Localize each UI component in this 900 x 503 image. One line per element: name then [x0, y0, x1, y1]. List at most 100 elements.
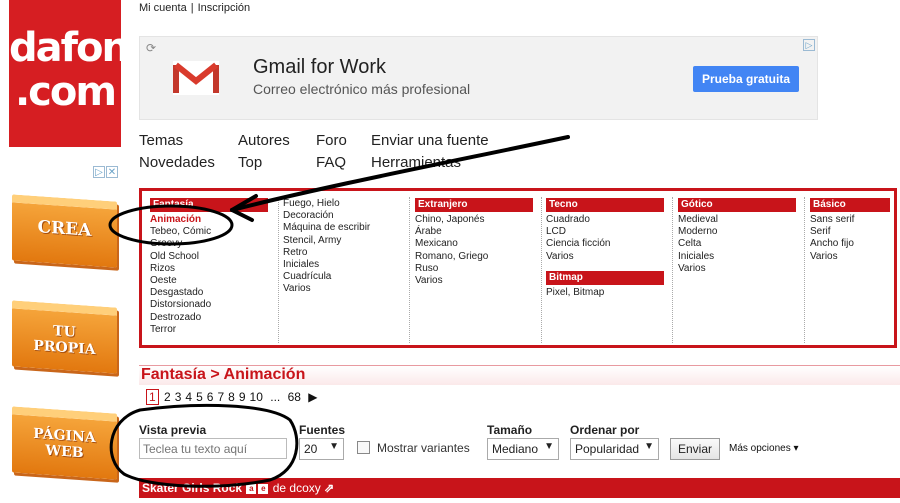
order-select-value: Popularidad: [575, 442, 640, 456]
category-item[interactable]: Destrozado: [150, 312, 268, 324]
my-account-link[interactable]: Mi cuenta: [139, 2, 187, 14]
promo-crea[interactable]: CREA: [12, 194, 117, 268]
category-item[interactable]: Serif: [810, 226, 890, 238]
category-item[interactable]: Pixel, Bitmap: [546, 287, 664, 299]
category-gotico: Gótico Medieval Moderno Celta Iniciales …: [678, 198, 796, 275]
category-item[interactable]: Romano, Griego: [415, 251, 533, 263]
category-menu: Fantasía Animación Tebeo, Cómic Groovy O…: [139, 188, 897, 348]
page-link[interactable]: 10: [250, 390, 263, 404]
ad-subtitle: Correo electrónico más profesional: [253, 81, 471, 97]
category-item[interactable]: Celta: [678, 238, 796, 250]
nav-herramientas[interactable]: Herramientas: [371, 154, 461, 171]
category-item[interactable]: Terror: [150, 324, 268, 336]
category-fantasia-continued: Fuego, Hielo Decoración Máquina de escri…: [283, 198, 370, 296]
dafont-logo[interactable]: dafont .com: [9, 0, 147, 147]
category-header[interactable]: Tecno: [546, 198, 664, 212]
page-link[interactable]: 9: [239, 390, 246, 404]
gmail-ad-banner[interactable]: ⟳ ▷ Gmail for Work Correo electrónico má…: [139, 36, 818, 120]
promo-tu-propia[interactable]: TU PROPIA: [12, 300, 117, 374]
author-link[interactable]: de dcoxy: [273, 481, 321, 495]
category-item[interactable]: Desgastado: [150, 287, 268, 299]
show-variants-checkbox[interactable]: [357, 441, 370, 454]
category-header[interactable]: Gótico: [678, 198, 796, 212]
adchoices-icon[interactable]: ▷: [93, 166, 105, 178]
adchoices-icon[interactable]: ▷: [803, 39, 815, 51]
page-link-last[interactable]: 68: [288, 390, 301, 404]
category-item[interactable]: Tebeo, Cómic: [150, 226, 268, 238]
signup-link[interactable]: Inscripción: [198, 2, 251, 14]
fonts-select-value: 20: [304, 442, 318, 456]
promo-pagina-web[interactable]: PÁGINA WEB: [12, 406, 117, 480]
category-item[interactable]: LCD: [546, 226, 664, 238]
category-item[interactable]: Sans serif: [810, 214, 890, 226]
chevron-down-icon: ▼: [544, 441, 554, 452]
page-link[interactable]: 6: [207, 390, 214, 404]
category-item[interactable]: Ciencia ficción: [546, 238, 664, 250]
category-item[interactable]: Medieval: [678, 214, 796, 226]
category-item[interactable]: Iniciales: [283, 259, 370, 271]
category-item[interactable]: Old School: [150, 251, 268, 263]
nav-autores[interactable]: Autores: [238, 132, 290, 149]
category-item[interactable]: Varios: [810, 251, 890, 263]
category-item[interactable]: Varios: [546, 251, 664, 263]
show-variants-label: Mostrar variantes: [377, 441, 470, 455]
close-icon[interactable]: ✕: [106, 166, 118, 178]
category-item[interactable]: Cuadrado: [546, 214, 664, 226]
nav-enviar-fuente[interactable]: Enviar una fuente: [371, 132, 489, 149]
divider: [672, 197, 673, 343]
category-item[interactable]: Rizos: [150, 263, 268, 275]
category-item[interactable]: Chino, Japonés: [415, 214, 533, 226]
page-link[interactable]: 7: [217, 390, 224, 404]
page-link[interactable]: 4: [185, 390, 192, 404]
page-link[interactable]: 3: [175, 390, 182, 404]
nav-novedades[interactable]: Novedades: [139, 154, 215, 171]
category-item-selected[interactable]: Animación: [150, 214, 268, 226]
category-item[interactable]: Stencil, Army: [283, 235, 370, 247]
category-header[interactable]: Bitmap: [546, 270, 664, 285]
category-item[interactable]: Árabe: [415, 226, 533, 238]
category-item[interactable]: Cuadrícula: [283, 271, 370, 283]
nav-top[interactable]: Top: [238, 154, 262, 171]
chevron-down-icon: ▼: [644, 441, 654, 452]
divider: [278, 197, 279, 343]
size-label: Tamaño: [487, 423, 533, 437]
category-basico: Básico Sans serif Serif Ancho fijo Vario…: [810, 198, 890, 263]
category-item[interactable]: Moderno: [678, 226, 796, 238]
external-link-icon[interactable]: ⇗: [324, 481, 334, 495]
size-select-value: Mediano: [492, 442, 539, 456]
font-name-link[interactable]: Skater Girls Rock: [142, 481, 242, 495]
category-item[interactable]: Ruso: [415, 263, 533, 275]
page-current: 1: [146, 389, 159, 405]
fonts-per-page-select[interactable]: 20 ▼: [299, 438, 344, 460]
more-options-link[interactable]: Más opciones ▾: [729, 443, 799, 454]
category-item[interactable]: Oeste: [150, 275, 268, 287]
category-item[interactable]: Mexicano: [415, 238, 533, 250]
page-link[interactable]: 2: [164, 390, 171, 404]
category-item[interactable]: Groovy: [150, 238, 268, 250]
nav-temas[interactable]: Temas: [139, 132, 183, 149]
page-link[interactable]: 8: [228, 390, 235, 404]
preview-text-input[interactable]: [139, 438, 287, 459]
nav-foro[interactable]: Foro: [316, 132, 347, 149]
category-item[interactable]: Iniciales: [678, 251, 796, 263]
ad-cta-button[interactable]: Prueba gratuita: [693, 66, 799, 92]
category-item[interactable]: Fuego, Hielo: [283, 198, 370, 210]
page-link[interactable]: 5: [196, 390, 203, 404]
category-item[interactable]: Retro: [283, 247, 370, 259]
category-item[interactable]: Distorsionado: [150, 299, 268, 311]
size-select[interactable]: Mediano ▼: [487, 438, 559, 460]
font-entry-header: Skater Girls Rock ae de dcoxy ⇗: [139, 478, 900, 498]
category-header[interactable]: Básico: [810, 198, 890, 212]
category-header[interactable]: Extranjero: [415, 198, 533, 212]
category-item[interactable]: Ancho fijo: [810, 238, 890, 250]
category-item[interactable]: Máquina de escribir: [283, 222, 370, 234]
nav-faq[interactable]: FAQ: [316, 154, 346, 171]
order-select[interactable]: Popularidad ▼: [570, 438, 659, 460]
next-page-icon[interactable]: ▶: [308, 390, 317, 404]
category-item[interactable]: Varios: [678, 263, 796, 275]
category-item[interactable]: Varios: [283, 283, 370, 295]
category-item[interactable]: Decoración: [283, 210, 370, 222]
submit-button[interactable]: Enviar: [670, 438, 720, 460]
category-header[interactable]: Fantasía: [150, 198, 268, 212]
category-item[interactable]: Varios: [415, 275, 533, 287]
